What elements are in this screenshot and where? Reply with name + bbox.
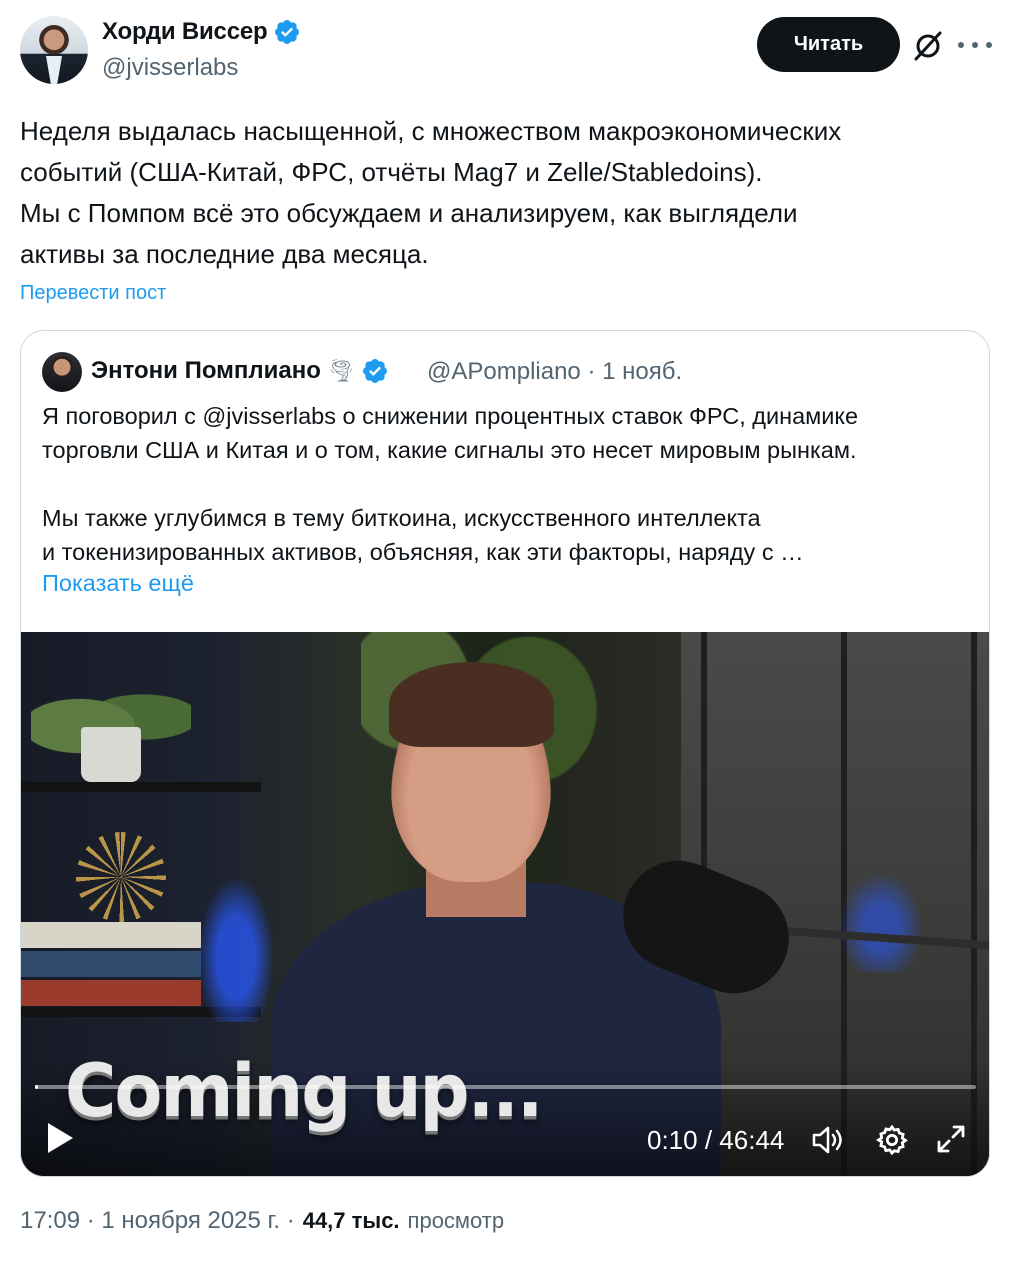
views-label: просмотр (407, 1208, 505, 1233)
views-count[interactable]: 44,7 тыс. (303, 1208, 400, 1234)
video-person-hair (389, 662, 554, 747)
video-overlay-title: Coming up... (65, 1047, 543, 1135)
video-shelf (21, 782, 261, 792)
author-name-text[interactable]: Хорди Виссер (102, 18, 268, 46)
video-gold-sculpture (76, 832, 166, 922)
quoted-text-line: Я поговорил с @jvisserlabs о снижении пр… (42, 403, 859, 429)
show-more-link[interactable]: Показать ещё (42, 570, 194, 597)
gear-icon[interactable] (875, 1123, 909, 1157)
post-meta: 17:09 · 1 ноября 2025 г. · 44,7 тыс. про… (20, 1207, 504, 1235)
post-text-line: активы за последние два месяца. (20, 239, 429, 269)
play-icon[interactable] (45, 1121, 75, 1155)
video-player[interactable]: Coming up... (21, 632, 989, 1176)
author-name[interactable]: Хорди Виссер (102, 18, 301, 46)
post-text-line: Неделя выдалась насыщенной, с множеством… (20, 116, 842, 146)
verified-badge-icon (362, 359, 387, 383)
more-options-icon[interactable] (958, 30, 992, 60)
video-blue-light (191, 862, 281, 1022)
video-time-display: 0:10 / 46:44 (647, 1125, 785, 1155)
quoted-text-line: торговли США и Китая и о том, какие сигн… (42, 437, 857, 463)
fullscreen-icon[interactable] (935, 1123, 967, 1155)
quoted-post-card[interactable]: Энтони Помплиано 🌪 @APompliano · 1 нояб.… (20, 330, 990, 1177)
quoted-text-line: и токенизированных активов, объясняя, ка… (42, 539, 804, 565)
author-handle[interactable]: @jvisserlabs (102, 54, 238, 82)
volume-muted-icon[interactable] (811, 1124, 845, 1156)
grok-icon[interactable] (912, 30, 944, 62)
post-timestamp[interactable]: 17:09 · 1 ноября 2025 г. · (20, 1207, 295, 1235)
video-plant-pot (81, 727, 141, 782)
translate-post-link[interactable]: Перевести пост (20, 282, 166, 305)
quoted-author-name[interactable]: Энтони Помплиано 🌪 (91, 357, 389, 385)
verified-badge-icon (275, 20, 300, 44)
quoted-post-text: Я поговорил с @jvisserlabs о снижении пр… (42, 399, 977, 569)
video-progress-fill (35, 1085, 39, 1089)
video-books (21, 922, 201, 1007)
quoted-handle-date[interactable]: @APompliano · 1 нояб. (427, 358, 682, 386)
post-text-line: событий (США-Китай, ФРС, отчёты Mag7 и Z… (20, 157, 763, 187)
author-avatar[interactable] (20, 16, 88, 84)
post-text: Неделя выдалась насыщенной, с множеством… (20, 111, 985, 275)
video-blue-light (831, 862, 931, 972)
quoted-text-line: Мы также углубимся в тему биткоина, иску… (42, 505, 761, 531)
video-progress-bar[interactable] (35, 1085, 976, 1089)
post-text-line: Мы с Помпом всё это обсуждаем и анализир… (20, 198, 798, 228)
quoted-author-avatar[interactable] (42, 352, 82, 392)
quoted-author-name-text[interactable]: Энтони Помплиано (91, 357, 321, 385)
follow-button[interactable]: Читать (757, 17, 900, 72)
tornado-emoji-icon: 🌪 (326, 358, 355, 383)
